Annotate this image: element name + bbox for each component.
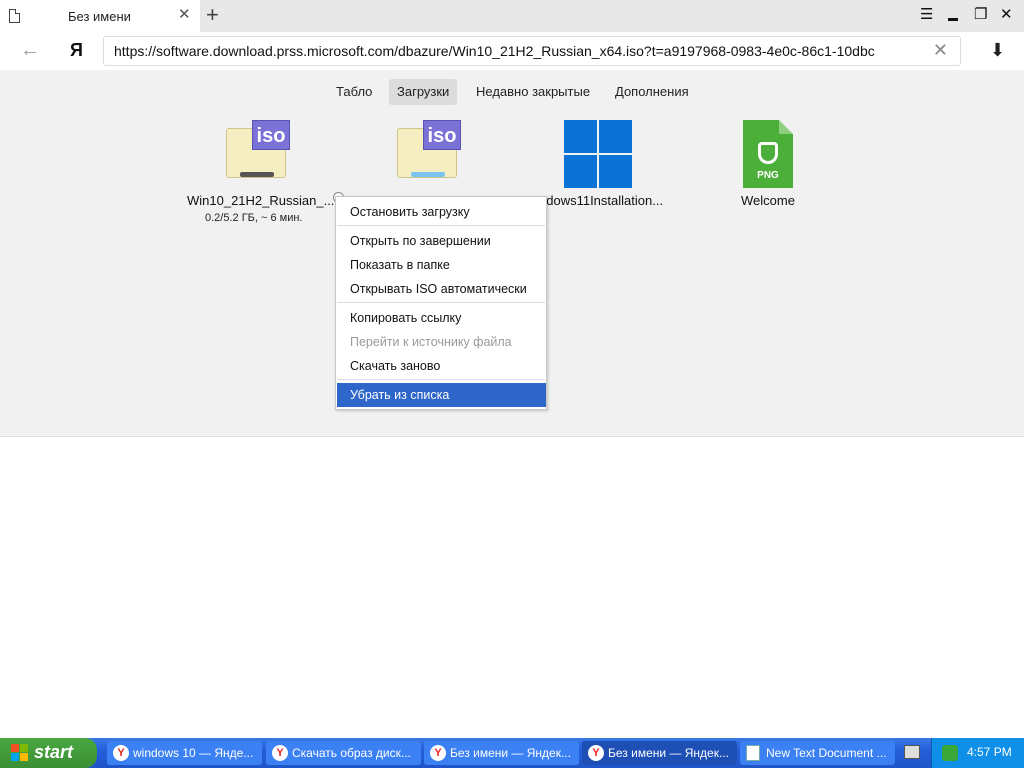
menu-item-stop-download[interactable]: Остановить загрузку — [350, 205, 470, 219]
back-arrow-icon[interactable]: ← — [20, 39, 40, 62]
download-progress: 0.2/5.2 ГБ, ~ 6 мин. — [205, 212, 303, 224]
download-name[interactable]: Win10_21H2_Russian_... — [187, 193, 334, 208]
taskbar-item[interactable]: New Text Document ... — [740, 741, 895, 765]
menu-item-open-iso-auto[interactable]: Открывать ISO автоматически — [350, 282, 527, 296]
url-text[interactable]: https://software.download.prss.microsoft… — [114, 43, 914, 59]
taskbar-item[interactable]: Y windows 10 — Яндe... — [107, 741, 262, 765]
document-icon — [9, 9, 20, 23]
yandex-browser-icon: Y — [113, 745, 129, 761]
yandex-logo-icon[interactable]: Я — [70, 40, 83, 61]
menu-separator — [337, 225, 545, 226]
tab-downloads[interactable]: Загрузки — [389, 79, 458, 105]
menu-separator — [337, 302, 545, 303]
start-button[interactable]: start — [0, 738, 97, 768]
yandex-browser-icon: Y — [588, 745, 604, 761]
downloads-icon[interactable]: ⬇ — [990, 40, 1005, 61]
png-file-icon: PNG — [743, 120, 793, 188]
clock[interactable]: 4:57 PM — [967, 745, 1012, 759]
tab-recently-closed[interactable]: Недавно закрытые — [468, 79, 598, 105]
windows-flag-icon — [11, 744, 29, 762]
download-name[interactable]: Welcome — [741, 193, 795, 208]
keyboard-icon[interactable] — [904, 745, 920, 759]
shield-icon — [758, 142, 778, 164]
notepad-icon — [746, 745, 760, 761]
iso-file-icon: iso — [222, 118, 292, 188]
yandex-browser-icon: Y — [430, 745, 446, 761]
tab-extensions[interactable]: Дополнения — [607, 79, 697, 105]
taskbar-item-active[interactable]: Y Без имени — Яндек... — [582, 741, 737, 765]
yandex-browser-icon: Y — [272, 745, 288, 761]
menu-icon[interactable]: ☰ — [920, 6, 933, 24]
close-window-button[interactable]: ✕ — [1000, 6, 1013, 24]
clear-url-icon[interactable]: ✕ — [933, 40, 948, 61]
address-bar[interactable]: https://software.download.prss.microsoft… — [103, 36, 961, 66]
restore-button[interactable]: ❐ — [974, 6, 987, 24]
windows-logo-icon — [564, 120, 632, 188]
tab-title: Без имени — [68, 9, 131, 24]
new-tab-button[interactable]: + — [206, 3, 219, 27]
tab-tablo[interactable]: Табло — [328, 79, 380, 105]
menu-item-go-to-source: Перейти к источнику файла — [350, 335, 512, 349]
tab-close-icon[interactable]: ✕ — [178, 7, 191, 23]
taskbar: start Y windows 10 — Яндe... Y Скачать о… — [0, 738, 1024, 768]
iso-file-icon: iso — [393, 118, 463, 188]
menu-item-remove-from-list[interactable]: Убрать из списка — [337, 383, 546, 407]
system-tray: 4:57 PM — [931, 738, 1024, 768]
menu-separator — [337, 379, 545, 380]
taskbar-item[interactable]: Y Скачать образ диск... — [266, 741, 421, 765]
menu-item-show-in-folder[interactable]: Показать в папке — [350, 258, 450, 272]
tab-strip: Без имени ✕ + ☰ ▬ ❐ ✕ — [0, 0, 1024, 32]
menu-item-download-again[interactable]: Скачать заново — [350, 359, 440, 373]
browser-tab[interactable]: Без имени ✕ — [0, 0, 200, 32]
navigation-bar: ← Я https://software.download.prss.micro… — [0, 32, 1024, 70]
menu-item-copy-link[interactable]: Копировать ссылку — [350, 311, 461, 325]
menu-item-open-when-done[interactable]: Открыть по завершении — [350, 234, 491, 248]
taskbar-item[interactable]: Y Без имени — Яндек... — [424, 741, 579, 765]
network-icon[interactable] — [942, 745, 958, 761]
download-name[interactable]: ndows11Installation... — [539, 193, 663, 208]
context-menu: Остановить загрузку Открыть по завершени… — [335, 196, 547, 410]
minimize-button[interactable]: ▬ — [948, 10, 958, 28]
